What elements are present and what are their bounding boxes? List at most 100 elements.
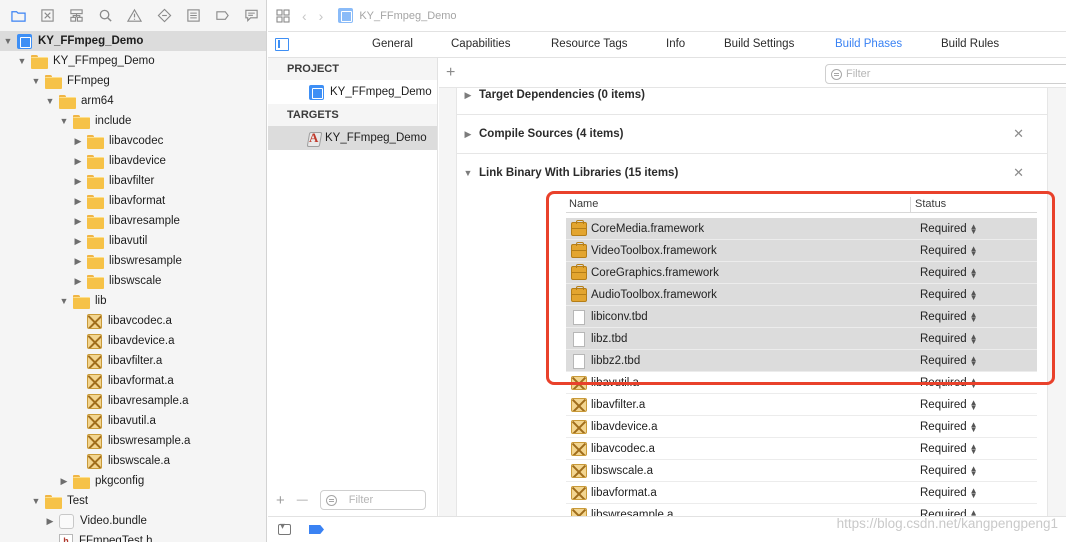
phases-filter-field[interactable]: Filter bbox=[825, 64, 1066, 84]
library-row[interactable]: libswresample.a Required▲▼ bbox=[566, 504, 1037, 516]
disclosure-right-icon[interactable]: ▶ bbox=[72, 135, 84, 147]
status-popup[interactable]: Required▲▼ bbox=[920, 311, 978, 324]
status-popup[interactable]: Required▲▼ bbox=[920, 465, 978, 478]
tree-item[interactable]: ▶ libswresample bbox=[0, 251, 266, 271]
tree-item[interactable]: ▼ lib bbox=[0, 291, 266, 311]
disclosure-right-icon[interactable]: ▶ bbox=[457, 129, 479, 140]
status-popup[interactable]: Required▲▼ bbox=[920, 245, 978, 258]
disclosure-right-icon[interactable]: ▶ bbox=[72, 275, 84, 287]
tab-resource-tags[interactable]: Resource Tags bbox=[551, 38, 628, 50]
library-row[interactable]: CoreMedia.framework Required ▲ ▼ bbox=[566, 218, 1037, 240]
tree-item[interactable]: ▶ Video.bundle bbox=[0, 511, 266, 531]
library-row[interactable]: VideoToolbox.framework Required ▲ ▼ bbox=[566, 240, 1037, 262]
find-icon[interactable] bbox=[91, 4, 120, 28]
tab-capabilities[interactable]: Capabilities bbox=[451, 38, 510, 50]
disclosure-right-icon[interactable]: ▶ bbox=[72, 195, 84, 207]
tree-item[interactable]: ▼ FFmpeg bbox=[0, 71, 266, 91]
tree-item[interactable]: ▶ libavcodec bbox=[0, 131, 266, 151]
tree-item[interactable]: libswresample.a bbox=[0, 431, 266, 451]
breakpoint-icon[interactable] bbox=[208, 4, 237, 28]
status-popup[interactable]: Required▲▼ bbox=[920, 223, 978, 236]
status-popup[interactable]: Required▲▼ bbox=[920, 289, 978, 302]
breadcrumb[interactable]: KY_FFmpeg_Demo bbox=[335, 8, 457, 23]
library-row[interactable]: libavdevice.a Required ▲ ▼ bbox=[566, 416, 1037, 438]
column-header-name[interactable]: Name bbox=[569, 198, 598, 210]
status-popup[interactable]: Required▲▼ bbox=[920, 443, 978, 456]
status-popup[interactable]: Required▲▼ bbox=[920, 333, 978, 346]
tree-item[interactable]: libavfilter.a bbox=[0, 351, 266, 371]
target-item[interactable]: KY_FFmpeg_Demo bbox=[268, 126, 437, 150]
tree-item[interactable]: ▶ libavresample bbox=[0, 211, 266, 231]
disclosure-down-icon[interactable]: ▼ bbox=[30, 495, 42, 507]
phase-compile-sources[interactable]: ▶ Compile Sources (4 items) ✕ bbox=[457, 122, 1047, 146]
disclosure-right-icon[interactable]: ▶ bbox=[457, 90, 479, 101]
add-phase-button[interactable]: + bbox=[446, 64, 460, 82]
tree-item[interactable]: ▶ libavfilter bbox=[0, 171, 266, 191]
project-item[interactable]: KY_FFmpeg_Demo bbox=[268, 80, 437, 104]
status-popup[interactable]: Required▲▼ bbox=[920, 377, 978, 390]
tree-item[interactable]: h FFmpegTest.h bbox=[0, 531, 266, 542]
tree-item[interactable]: ▼ include bbox=[0, 111, 266, 131]
tree-item[interactable]: ▼ KY_FFmpeg_Demo bbox=[0, 51, 266, 71]
library-row[interactable]: libz.tbd Required ▲ ▼ bbox=[566, 328, 1037, 350]
back-arrow-icon[interactable]: ‹ bbox=[302, 8, 307, 24]
tree-item[interactable]: libavcodec.a bbox=[0, 311, 266, 331]
tree-item[interactable]: ▶ libavutil bbox=[0, 231, 266, 251]
tree-item[interactable]: ▶ libavformat bbox=[0, 191, 266, 211]
disclosure-right-icon[interactable]: ▶ bbox=[72, 155, 84, 167]
disclosure-down-icon[interactable]: ▼ bbox=[2, 35, 14, 47]
status-popup[interactable]: Required▲▼ bbox=[920, 355, 978, 368]
close-icon[interactable]: ✕ bbox=[1013, 165, 1024, 181]
status-popup[interactable]: Required▲▼ bbox=[920, 267, 978, 280]
disclosure-down-icon[interactable]: ▼ bbox=[44, 95, 56, 107]
disclosure-down-icon[interactable]: ▼ bbox=[58, 115, 70, 127]
test-icon[interactable] bbox=[150, 4, 179, 28]
related-items-icon[interactable] bbox=[276, 8, 290, 23]
library-row[interactable]: libavfilter.a Required ▲ ▼ bbox=[566, 394, 1037, 416]
phase-link-binary[interactable]: ▼ Link Binary With Libraries (15 items) … bbox=[457, 161, 1047, 185]
tab-info[interactable]: Info bbox=[666, 38, 685, 50]
disclosure-right-icon[interactable]: ▶ bbox=[72, 255, 84, 267]
disclosure-right-icon[interactable]: ▶ bbox=[72, 215, 84, 227]
tab-general[interactable]: General bbox=[372, 38, 413, 50]
tab-build-settings[interactable]: Build Settings bbox=[724, 38, 794, 50]
disclosure-down-icon[interactable]: ▼ bbox=[58, 295, 70, 307]
close-icon[interactable]: ✕ bbox=[1013, 126, 1024, 142]
library-row[interactable]: libiconv.tbd Required ▲ ▼ bbox=[566, 306, 1037, 328]
tree-item[interactable]: libswscale.a bbox=[0, 451, 266, 471]
tree-item[interactable]: ▼ arm64 bbox=[0, 91, 266, 111]
tree-item[interactable]: libavutil.a bbox=[0, 411, 266, 431]
status-popup[interactable]: Required▲▼ bbox=[920, 421, 978, 434]
library-row[interactable]: AudioToolbox.framework Required ▲ ▼ bbox=[566, 284, 1037, 306]
tab-build-rules[interactable]: Build Rules bbox=[941, 38, 999, 50]
issue-icon[interactable] bbox=[120, 4, 149, 28]
library-row[interactable]: libswscale.a Required ▲ ▼ bbox=[566, 460, 1037, 482]
source-control-icon[interactable] bbox=[33, 4, 62, 28]
disclosure-right-icon[interactable]: ▶ bbox=[44, 515, 56, 527]
targets-filter-field[interactable]: Filter bbox=[319, 490, 426, 510]
disclosure-down-icon[interactable]: ▼ bbox=[457, 168, 479, 178]
disclosure-right-icon[interactable]: ▶ bbox=[58, 475, 70, 487]
disclosure-right-icon[interactable]: ▶ bbox=[72, 235, 84, 247]
forward-arrow-icon[interactable]: › bbox=[319, 8, 324, 24]
tree-item[interactable]: libavdevice.a bbox=[0, 331, 266, 351]
library-row[interactable]: CoreGraphics.framework Required ▲ ▼ bbox=[566, 262, 1037, 284]
tree-item[interactable]: ▶ libswscale bbox=[0, 271, 266, 291]
tree-item[interactable]: ▼ KY_FFmpeg_Demo bbox=[0, 31, 266, 51]
add-target-button[interactable]: + bbox=[276, 492, 285, 509]
remove-target-button[interactable]: — bbox=[297, 494, 308, 506]
tab-build-phases[interactable]: Build Phases bbox=[835, 38, 902, 50]
disclosure-down-icon[interactable]: ▼ bbox=[30, 75, 42, 87]
status-popup[interactable]: Required▲▼ bbox=[920, 487, 978, 500]
status-popup[interactable]: Required▲▼ bbox=[920, 509, 978, 517]
debug-icon[interactable] bbox=[179, 4, 208, 28]
library-row[interactable]: libavcodec.a Required ▲ ▼ bbox=[566, 438, 1037, 460]
library-row[interactable]: libavformat.a Required ▲ ▼ bbox=[566, 482, 1037, 504]
tree-item[interactable]: ▶ pkgconfig bbox=[0, 471, 266, 491]
folder-icon[interactable] bbox=[4, 4, 33, 28]
library-row[interactable]: libbz2.tbd Required ▲ ▼ bbox=[566, 350, 1037, 372]
tree-item[interactable]: ▶ libavdevice bbox=[0, 151, 266, 171]
tree-item[interactable]: ▼ Test bbox=[0, 491, 266, 511]
breakpoints-toggle-icon[interactable] bbox=[309, 525, 324, 534]
disclosure-down-icon[interactable]: ▼ bbox=[16, 55, 28, 67]
